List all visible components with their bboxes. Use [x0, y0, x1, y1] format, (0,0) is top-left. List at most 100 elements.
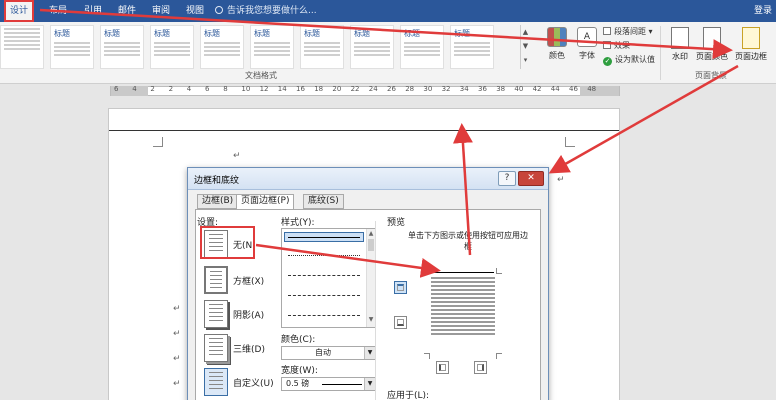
- ruler-number: 10: [241, 85, 251, 93]
- style-option-dash-dot[interactable]: [288, 315, 360, 316]
- color-dropdown[interactable]: 自动 ▼: [281, 346, 376, 360]
- ruler-number: 4: [132, 85, 137, 93]
- watermark-button[interactable]: 水印: [662, 25, 698, 65]
- style-set-thumbnail[interactable]: [0, 25, 44, 69]
- right-border-button[interactable]: [474, 361, 487, 374]
- tab-borders[interactable]: 边框(B): [197, 194, 239, 209]
- chevron-down-icon[interactable]: ▼: [364, 378, 375, 390]
- setting-box-label[interactable]: 方框(X): [233, 274, 264, 287]
- tab-layout[interactable]: 布局: [43, 0, 73, 22]
- style-set-thumbnail[interactable]: 标题: [150, 25, 194, 69]
- ruler-number: 16: [296, 85, 305, 93]
- ruler-number: 44: [550, 85, 560, 93]
- setting-custom-label[interactable]: 自定义(U): [233, 376, 274, 389]
- ruler-number: 30: [423, 85, 433, 93]
- tab-design[interactable]: 设计: [4, 0, 35, 22]
- paragraph-spacing-icon: [603, 27, 611, 35]
- tab-shading[interactable]: 底纹(S): [303, 194, 344, 209]
- ruler-number: 4: [186, 85, 192, 93]
- scroll-thumb[interactable]: [368, 239, 374, 251]
- group-label-page-background: 页面背景: [695, 71, 727, 80]
- set-default-button[interactable]: ✓ 设为默认值: [603, 54, 655, 66]
- border-bottom-icon: [397, 319, 404, 326]
- ruler-number: 28: [405, 85, 415, 93]
- ruler-number: 20: [332, 85, 342, 93]
- ruler-number: 48: [587, 85, 597, 93]
- setting-shadow-preview[interactable]: [204, 300, 228, 328]
- ruler-number: 34: [459, 85, 469, 93]
- border-top-icon: [397, 284, 404, 291]
- tab-references[interactable]: 引用: [78, 0, 108, 22]
- ribbon-tab-bar: 设计 布局 引用 邮件 审阅 视图 告诉我您想要做什么... 登录: [0, 0, 776, 22]
- style-option-dotted[interactable]: [288, 255, 360, 256]
- chevron-up-icon[interactable]: ▲: [521, 25, 530, 39]
- page-color-button[interactable]: 页面颜色: [694, 25, 730, 65]
- width-label: 宽度(W):: [281, 366, 318, 376]
- chevron-up-icon[interactable]: ▲: [367, 229, 375, 239]
- header-border-line: [109, 130, 619, 131]
- checkmark-icon: ✓: [603, 57, 612, 66]
- page-borders-button[interactable]: 页面边框: [733, 25, 769, 65]
- style-set-thumbnail[interactable]: 标题: [250, 25, 294, 69]
- more-icon[interactable]: ▾: [521, 53, 530, 67]
- paragraph-mark: ↵: [173, 304, 181, 314]
- dialog-titlebar[interactable]: 边框和底纹 ? ✕: [188, 168, 548, 190]
- style-set-thumbnail[interactable]: 标题: [200, 25, 244, 69]
- page-border-icon: [742, 27, 760, 49]
- left-border-button[interactable]: [436, 361, 449, 374]
- paragraph-spacing-button[interactable]: 段落间距 ▾: [603, 26, 653, 37]
- setting-custom-preview[interactable]: [204, 368, 228, 396]
- bottom-border-button[interactable]: [394, 316, 407, 329]
- page-corner-mark: [565, 137, 575, 147]
- chevron-down-icon[interactable]: ▼: [364, 347, 375, 359]
- style-set-thumbnail[interactable]: 标题: [300, 25, 344, 69]
- ruler-number: 2: [150, 85, 155, 93]
- setting-box-preview[interactable]: [204, 266, 228, 294]
- style-option-dashed[interactable]: [288, 295, 360, 296]
- preview-corner-mark: [496, 268, 502, 274]
- style-set-thumbnail[interactable]: 标题: [350, 25, 394, 69]
- effects-button[interactable]: 效果: [603, 40, 630, 51]
- ruler-number: 6: [114, 85, 119, 93]
- preview-corner-mark: [424, 353, 430, 359]
- dialog-title: 边框和底纹: [194, 176, 240, 186]
- color-label: 颜色(C):: [281, 335, 316, 345]
- help-button[interactable]: ?: [498, 171, 516, 186]
- style-set-thumbnail[interactable]: 标题: [400, 25, 444, 69]
- style-option-selected[interactable]: [284, 232, 364, 242]
- style-set-thumbnail[interactable]: 标题: [100, 25, 144, 69]
- gallery-scroller[interactable]: ▲ ▼ ▾: [520, 25, 530, 69]
- fonts-button[interactable]: A 字体: [572, 25, 602, 69]
- setting-3d-label[interactable]: 三维(D): [233, 342, 265, 355]
- colors-button[interactable]: 颜色: [542, 25, 572, 69]
- style-option-dashed-small[interactable]: [288, 275, 360, 276]
- borders-and-shading-dialog: 边框和底纹 ? ✕ 边框(B) 页面边框(P) 底纹(S) 设置: 无(N) 方…: [187, 167, 549, 400]
- style-set-thumbnail[interactable]: 标题: [450, 25, 494, 69]
- tab-mailings[interactable]: 邮件: [112, 0, 142, 22]
- tell-me-box[interactable]: 告诉我您想要做什么...: [215, 4, 317, 19]
- chevron-down-icon[interactable]: ▼: [521, 39, 530, 53]
- setting-3d-preview[interactable]: [204, 334, 228, 362]
- preview-corner-mark: [424, 268, 430, 274]
- group-label-document-format: 文档格式: [245, 71, 277, 80]
- horizontal-ruler: 6 4 2 2 4 6 8 10 12 14 16 18 20 22 24 26 28 30 32 34 36 38 40 4…: [0, 84, 776, 98]
- close-button[interactable]: ✕: [518, 171, 544, 186]
- login-link[interactable]: 登录: [754, 0, 772, 22]
- ruler-number: 22: [350, 85, 360, 93]
- chevron-down-icon[interactable]: ▼: [367, 315, 375, 325]
- paragraph-mark: ↵: [173, 329, 181, 339]
- border-style-list[interactable]: ▲ ▼: [281, 228, 376, 328]
- width-line-sample: [322, 384, 362, 385]
- setting-shadow-label[interactable]: 阴影(A): [233, 308, 264, 321]
- preview-page[interactable]: [431, 275, 495, 351]
- width-dropdown[interactable]: 0.5 磅 ▼: [281, 377, 376, 391]
- lightbulb-icon: [215, 6, 223, 14]
- top-border-button[interactable]: [394, 281, 407, 294]
- style-list-scrollbar[interactable]: ▲ ▼: [366, 229, 375, 327]
- tab-page-borders[interactable]: 页面边框(P): [236, 194, 295, 210]
- tab-view[interactable]: 视图: [180, 0, 210, 22]
- style-set-thumbnail[interactable]: 标题: [50, 25, 94, 69]
- ruler-number: 26: [387, 85, 396, 93]
- tab-review[interactable]: 审阅: [146, 0, 176, 22]
- ruler-number: 38: [496, 85, 506, 93]
